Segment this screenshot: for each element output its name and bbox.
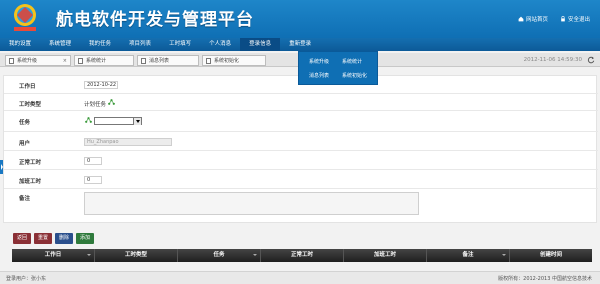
row-remark: 备注	[4, 189, 598, 224]
clock: 2012-11-06 14:59:30	[523, 57, 582, 63]
column-normal-hours[interactable]: 正常工时	[261, 249, 344, 262]
nav-login-info[interactable]: 登录信息	[240, 38, 281, 51]
timesheet-form: 工作日 2012-10-22 工时类型 计划任务 任务 用户 Hu_Zhanpa…	[3, 75, 598, 224]
logout-link[interactable]: 安全退出	[560, 15, 590, 23]
nav-system-management[interactable]: 系统管理	[40, 38, 80, 51]
normal-hours-field[interactable]: 0	[84, 157, 102, 165]
chevron-down-icon	[133, 118, 141, 125]
sort-icon	[87, 254, 91, 256]
column-remark[interactable]: 备注	[427, 249, 510, 262]
column-label: 工时类型	[124, 252, 147, 258]
nav-my-tasks[interactable]: 我的任务	[80, 38, 120, 51]
tab-system-statistics[interactable]: 系统统计	[74, 55, 134, 66]
column-work-type[interactable]: 工时类型	[95, 249, 178, 262]
column-label: 工作日	[44, 252, 62, 258]
user-field: Hu_Zhanpao	[84, 138, 172, 146]
remark-label: 备注	[19, 196, 31, 202]
refresh-icon[interactable]	[587, 56, 595, 64]
sort-icon	[502, 254, 506, 256]
column-label: 正常工时	[290, 252, 313, 258]
column-label: 加班工时	[373, 252, 396, 258]
tab-system-init[interactable]: 系统初始化	[202, 55, 266, 66]
lock-icon	[561, 16, 565, 22]
document-icon	[78, 57, 83, 64]
menu-item-system-upgrade[interactable]: 系统升级	[309, 58, 329, 65]
tree-icon[interactable]	[85, 117, 92, 123]
document-icon	[9, 57, 14, 64]
row-task: 任务	[4, 111, 598, 132]
tab-label: 消息列表	[149, 58, 170, 64]
column-label: 创建时间	[539, 252, 562, 258]
sort-icon	[253, 254, 257, 256]
home-link[interactable]: 网站首页	[518, 15, 548, 23]
delete-button[interactable]: 删除	[55, 233, 74, 244]
home-icon	[518, 16, 524, 22]
column-created-time[interactable]: 创建时间	[510, 249, 592, 262]
row-work-type: 工时类型 计划任务	[4, 94, 598, 111]
normal-hours-label: 正常工时	[19, 160, 42, 166]
login-info-dropdown: 系统升级 系统统计 消息列表 系统初始化	[298, 51, 378, 85]
work-type-label: 工时类型	[19, 102, 42, 108]
status-bar: 登录用户：张小东 版权所有：2012-2013 中国航空信息技术	[0, 271, 600, 284]
tab-system-upgrade[interactable]: 系统升级 ×	[5, 55, 71, 66]
row-overtime-hours: 加班工时 0	[4, 170, 598, 189]
nav-relogin[interactable]: 重新登录	[280, 38, 320, 51]
copyright: 版权所有：2012-2013 中国航空信息技术	[498, 276, 592, 282]
tab-label: 系统初始化	[214, 58, 240, 64]
row-user: 用户 Hu_Zhanpao	[4, 132, 598, 151]
column-label: 备注	[462, 252, 474, 258]
task-select[interactable]	[94, 117, 142, 125]
home-link-label: 网站首页	[525, 17, 548, 23]
main-nav: 我的设置 系统管理 我的任务 项目列表 工时填写 个人消息 登录信息 重新登录	[0, 38, 600, 51]
work-date-label: 工作日	[19, 84, 36, 90]
row-normal-hours: 正常工时 0	[4, 151, 598, 170]
app-header: 航电软件开发与管理平台 网站首页 安全退出	[0, 0, 600, 38]
overtime-hours-label: 加班工时	[19, 179, 42, 185]
work-date-field[interactable]: 2012-10-22	[84, 81, 118, 89]
nav-my-settings[interactable]: 我的设置	[0, 38, 40, 51]
menu-item-system-init[interactable]: 系统初始化	[342, 72, 367, 79]
document-icon	[206, 57, 211, 64]
tab-label: 系统统计	[86, 58, 107, 64]
tab-label: 系统升级	[17, 58, 38, 64]
task-label: 任务	[19, 120, 31, 126]
nav-timesheet[interactable]: 工时填写	[160, 38, 200, 51]
tree-icon[interactable]	[108, 99, 115, 105]
action-buttons: 返回 重置 删除 添加	[13, 233, 95, 244]
logged-in-user: 登录用户：张小东	[6, 276, 47, 282]
column-task[interactable]: 任务	[178, 249, 261, 262]
nav-project-list[interactable]: 项目列表	[120, 38, 160, 51]
column-label: 任务	[213, 252, 225, 258]
work-type-value: 计划任务	[84, 102, 107, 108]
timesheet-grid-header: 工作日 工时类型 任务 正常工时 加班工时 备注 创建时间	[12, 249, 592, 262]
column-work-date[interactable]: 工作日	[12, 249, 95, 262]
app-title: 航电软件开发与管理平台	[56, 10, 254, 30]
reset-button[interactable]: 重置	[34, 233, 53, 244]
back-button[interactable]: 返回	[13, 233, 32, 244]
remark-textarea[interactable]	[84, 192, 419, 215]
logout-link-label: 安全退出	[567, 17, 590, 23]
user-label: 用户	[19, 141, 31, 147]
logo-icon	[14, 4, 36, 31]
column-overtime-hours[interactable]: 加班工时	[344, 249, 427, 262]
nav-personal-messages[interactable]: 个人消息	[200, 38, 240, 51]
add-button[interactable]: 添加	[76, 233, 95, 244]
overtime-hours-field[interactable]: 0	[84, 176, 102, 184]
document-icon	[141, 57, 146, 64]
close-icon[interactable]: ×	[63, 58, 67, 64]
menu-item-message-list[interactable]: 消息列表	[309, 72, 329, 79]
tab-message-list[interactable]: 消息列表	[137, 55, 199, 66]
menu-item-system-statistics[interactable]: 系统统计	[342, 58, 362, 65]
